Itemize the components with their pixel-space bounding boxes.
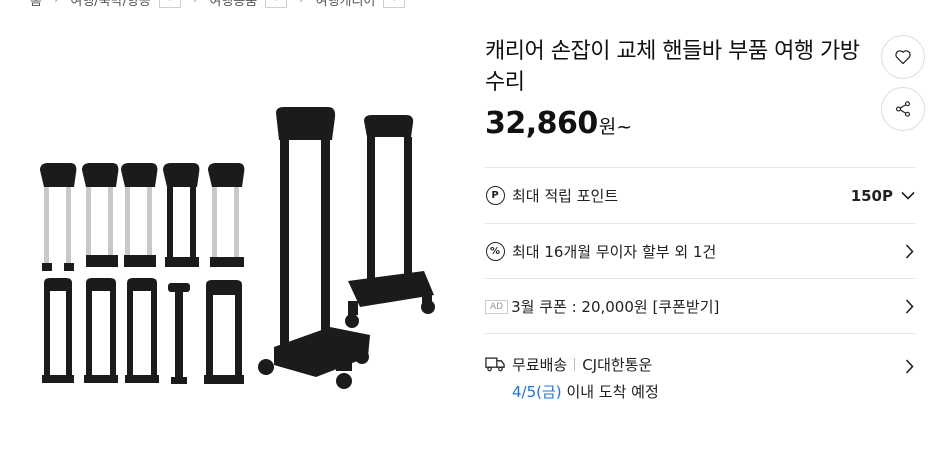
breadcrumb-label: 홈 bbox=[30, 0, 42, 9]
frame-part-4 bbox=[168, 283, 190, 384]
chevron-down-icon[interactable]: ▾ bbox=[158, 0, 181, 8]
installment-label: 최대 16개월 무이자 할부 외 1건 bbox=[512, 243, 717, 261]
coupon-label: 3월 쿠폰 : 20,000원 [쿠폰받기] bbox=[511, 298, 720, 316]
truck-icon bbox=[485, 354, 505, 374]
trolley-large bbox=[258, 107, 370, 389]
handle-part-2 bbox=[82, 163, 119, 267]
breadcrumb-category-1[interactable]: 여행/숙박/항공 ▾ bbox=[70, 0, 181, 9]
frame-part-1 bbox=[42, 278, 74, 383]
shipping-info: 무료배송 CJ대한통운 4/5(금) 이내 도착 예정 bbox=[512, 354, 659, 402]
favorite-button[interactable] bbox=[881, 35, 925, 79]
breadcrumb: 홈 › 여행/숙박/항공 ▾ › 여행용품 ▾ › 여행캐리어 ▾ bbox=[30, 0, 406, 10]
breadcrumb-category-3[interactable]: 여행캐리어 ▾ bbox=[316, 0, 406, 9]
product-image[interactable] bbox=[30, 95, 450, 415]
points-label: 최대 적립 포인트 bbox=[512, 187, 619, 205]
breadcrumb-label: 여행/숙박/항공 bbox=[70, 0, 151, 9]
share-icon bbox=[895, 101, 911, 117]
product-title: 캐리어 손잡이 교체 핸들바 부품 여행 가방 수리 bbox=[485, 39, 860, 95]
shipping-type: 무료배송 bbox=[512, 356, 568, 374]
handle-part-5 bbox=[208, 163, 245, 267]
shipping-carrier: CJ대한통운 bbox=[582, 356, 653, 374]
chevron-right-icon[interactable] bbox=[903, 244, 915, 260]
points-icon: P bbox=[485, 186, 505, 206]
price-unit: 원~ bbox=[598, 116, 633, 138]
breadcrumb-label: 여행캐리어 bbox=[315, 0, 376, 9]
handle-part-1 bbox=[40, 163, 77, 271]
heart-icon bbox=[895, 50, 911, 65]
chevron-right-icon[interactable] bbox=[903, 299, 915, 315]
breadcrumb-separator-icon: › bbox=[54, 0, 58, 6]
frame-part-2 bbox=[84, 278, 118, 383]
trolley-medium bbox=[345, 115, 435, 328]
price-value: 32,860 bbox=[485, 106, 598, 141]
divider bbox=[574, 358, 576, 371]
points-row[interactable]: P 최대 적립 포인트 150P bbox=[485, 167, 915, 223]
luggage-handle-illustration bbox=[40, 107, 435, 389]
chevron-down-icon[interactable] bbox=[901, 191, 915, 200]
chevron-right-icon[interactable] bbox=[903, 358, 915, 374]
handle-part-4 bbox=[163, 163, 200, 267]
installment-row[interactable]: % 최대 16개월 무이자 할부 외 1건 bbox=[485, 223, 915, 279]
chevron-down-icon[interactable]: ▾ bbox=[265, 0, 288, 8]
handle-part-3 bbox=[121, 163, 158, 267]
arrival-date: 4/5(금) bbox=[512, 383, 562, 401]
points-amount: 150P bbox=[850, 186, 893, 205]
breadcrumb-separator-icon: › bbox=[299, 0, 303, 6]
price: 32,860 원~ bbox=[485, 106, 632, 141]
chevron-down-icon[interactable]: ▾ bbox=[383, 0, 406, 8]
shipping-row[interactable]: 무료배송 CJ대한통운 4/5(금) 이내 도착 예정 bbox=[485, 333, 915, 413]
percent-icon: % bbox=[485, 242, 505, 262]
share-button[interactable] bbox=[881, 87, 925, 131]
ad-badge: AD bbox=[485, 299, 509, 314]
breadcrumb-category-2[interactable]: 여행용품 ▾ bbox=[209, 0, 288, 9]
arrival-text: 이내 도착 예정 bbox=[566, 383, 659, 401]
coupon-row[interactable]: AD 3월 쿠폰 : 20,000원 [쿠폰받기] bbox=[485, 278, 915, 334]
frame-part-3 bbox=[125, 278, 159, 383]
frame-part-5 bbox=[204, 280, 244, 384]
points-value: 150P bbox=[851, 187, 915, 205]
breadcrumb-home[interactable]: 홈 bbox=[30, 0, 42, 9]
breadcrumb-separator-icon: › bbox=[193, 0, 197, 6]
breadcrumb-label: 여행용품 bbox=[209, 0, 258, 9]
